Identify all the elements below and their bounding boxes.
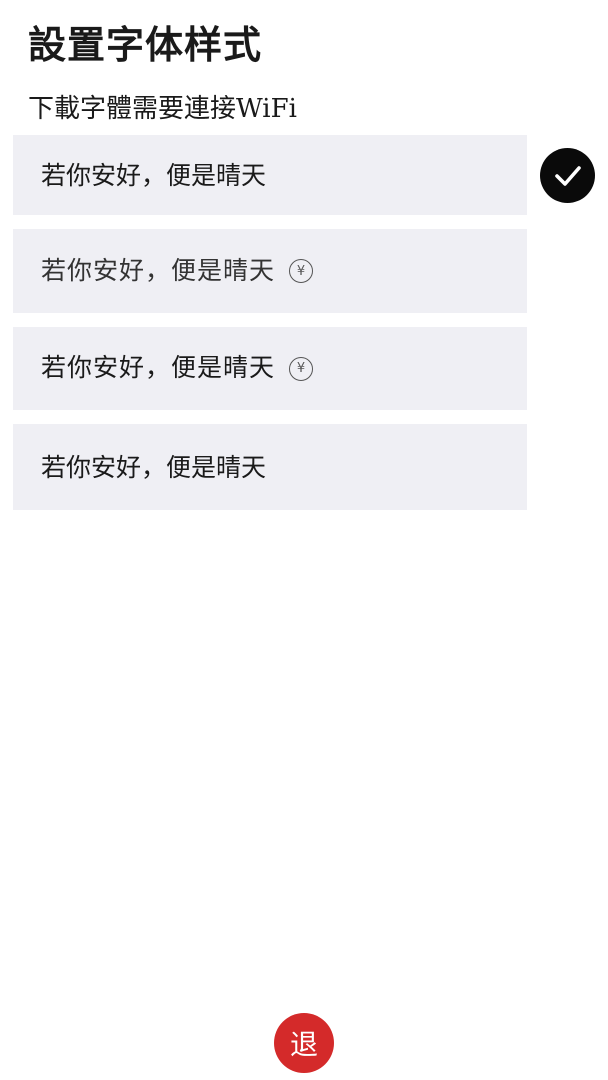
yuan-icon: ¥ bbox=[289, 356, 314, 381]
font-option-label: 若你安好，便是晴天 bbox=[41, 257, 276, 285]
font-option-label: 若你安好，便是晴天 bbox=[41, 452, 267, 482]
font-option-label: 若你安好，便是晴天 bbox=[41, 160, 267, 190]
font-option-label: 若你安好，便是晴天 bbox=[41, 355, 276, 382]
font-option-3[interactable]: 若你安好，便是晴天 ¥ bbox=[13, 327, 527, 410]
wifi-notice: 下載字體需要連接WiFi bbox=[28, 94, 297, 124]
yuan-icon: ¥ bbox=[289, 259, 314, 283]
page-title: 設置字体样式 bbox=[28, 22, 263, 67]
font-option-list: 若你安好，便是晴天 若你安好，便是晴天 ¥ 若你安好，便是晴天 ¥ 若你安好，便… bbox=[13, 135, 527, 524]
font-option-4[interactable]: 若你安好，便是晴天 bbox=[13, 424, 527, 510]
exit-button[interactable]: 退 bbox=[274, 1013, 334, 1073]
check-mark-icon bbox=[554, 165, 581, 186]
check-icon bbox=[540, 148, 595, 203]
font-option-1[interactable]: 若你安好，便是晴天 bbox=[13, 135, 527, 215]
font-option-2[interactable]: 若你安好，便是晴天 ¥ bbox=[13, 229, 527, 313]
